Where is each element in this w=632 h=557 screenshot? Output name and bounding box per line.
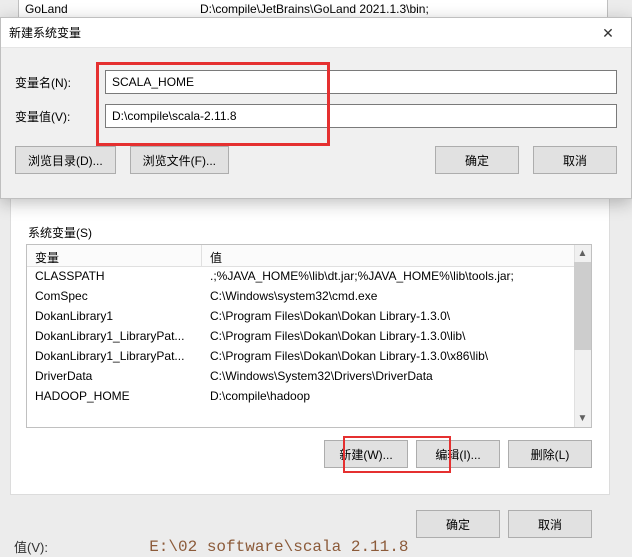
outer-dialog-buttons: 确定 取消 [0, 510, 632, 538]
scrollbar[interactable]: ▲ ▼ [574, 245, 591, 427]
col-name[interactable]: 变量 [27, 245, 202, 266]
bg-var-value: D:\compile\JetBrains\GoLand 2021.1.3\bin… [194, 2, 607, 16]
scroll-up-icon[interactable]: ▲ [574, 245, 591, 262]
stray-label: 值(V): [14, 537, 48, 556]
dialog-ok-button[interactable]: 确定 [435, 146, 519, 174]
sysvars-title: 系统变量(S) [26, 224, 94, 241]
bg-var-row: GoLand D:\compile\JetBrains\GoLand 2021.… [18, 0, 608, 17]
table-row[interactable]: DokanLibrary1_LibraryPat...C:\Program Fi… [27, 347, 591, 367]
dialog-titlebar[interactable]: 新建系统变量 ✕ [1, 18, 631, 48]
new-button[interactable]: 新建(W)... [324, 440, 408, 468]
ok-button[interactable]: 确定 [416, 510, 500, 538]
scroll-thumb[interactable] [574, 262, 591, 350]
var-name-label: 变量名(N): [15, 74, 105, 91]
dialog-title: 新建系统变量 [9, 24, 81, 41]
sysvars-table[interactable]: 变量 值 CLASSPATH.;%JAVA_HOME%\lib\dt.jar;%… [26, 244, 592, 428]
browse-dir-button[interactable]: 浏览目录(D)... [15, 146, 116, 174]
scroll-down-icon[interactable]: ▼ [574, 410, 591, 427]
bg-var-name: GoLand [19, 2, 194, 16]
table-row[interactable]: HADOOP_HOMED:\compile\hadoop [27, 387, 591, 407]
var-value-label: 变量值(V): [15, 108, 105, 125]
dialog-cancel-button[interactable]: 取消 [533, 146, 617, 174]
new-sysvar-dialog: 新建系统变量 ✕ 变量名(N): SCALA_HOME 变量值(V): D:\c… [0, 17, 632, 199]
cancel-button[interactable]: 取消 [508, 510, 592, 538]
table-row[interactable]: CLASSPATH.;%JAVA_HOME%\lib\dt.jar;%JAVA_… [27, 267, 591, 287]
table-row[interactable]: DokanLibrary1_LibraryPat...C:\Program Fi… [27, 327, 591, 347]
close-icon[interactable]: ✕ [585, 18, 631, 48]
table-row[interactable]: DokanLibrary1C:\Program Files\Dokan\Doka… [27, 307, 591, 327]
sysvars-buttons: 新建(W)... 编辑(I)... 删除(L) [0, 440, 632, 468]
edit-button[interactable]: 编辑(I)... [416, 440, 500, 468]
sysvars-header: 变量 值 [27, 245, 591, 267]
var-value-input[interactable]: D:\compile\scala-2.11.8 [105, 104, 617, 128]
stray-text: E:\02 software\scala 2.11.8 [130, 538, 408, 556]
table-row[interactable]: ComSpecC:\Windows\system32\cmd.exe [27, 287, 591, 307]
var-name-input[interactable]: SCALA_HOME [105, 70, 617, 94]
table-row[interactable]: DriverDataC:\Windows\System32\Drivers\Dr… [27, 367, 591, 387]
delete-button[interactable]: 删除(L) [508, 440, 592, 468]
col-value[interactable]: 值 [202, 245, 591, 266]
browse-file-button[interactable]: 浏览文件(F)... [130, 146, 229, 174]
